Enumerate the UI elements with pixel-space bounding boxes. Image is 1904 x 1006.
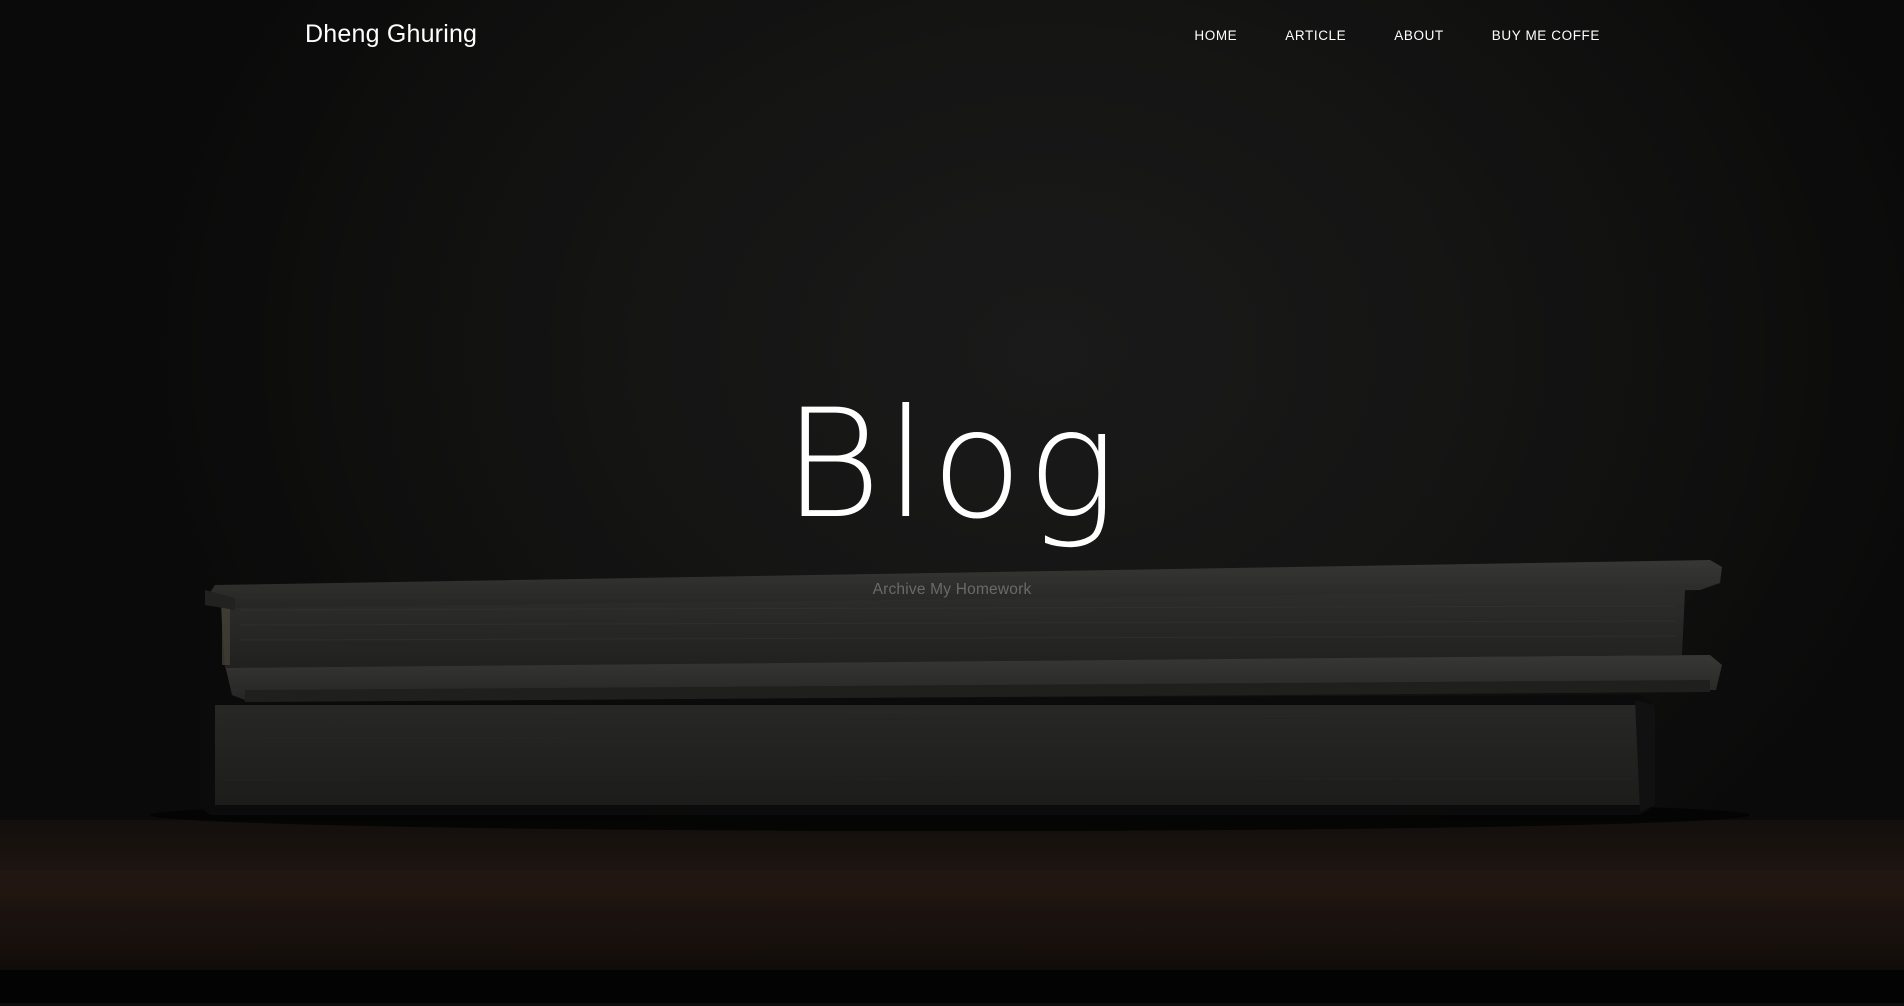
top-navbar: Dheng Ghuring HOME ARTICLE ABOUT BUY ME … (0, 0, 1904, 74)
hero-section: Dheng Ghuring HOME ARTICLE ABOUT BUY ME … (0, 0, 1904, 1003)
hero-subtitle: Archive My Homework (872, 581, 1032, 598)
nav-item-article[interactable]: ARTICLE (1285, 28, 1346, 43)
hero-title: Blog (783, 378, 1121, 552)
nav-item-home[interactable]: HOME (1194, 28, 1237, 43)
nav-item-about[interactable]: ABOUT (1394, 28, 1444, 43)
brand-link[interactable]: Dheng Ghuring (305, 20, 477, 49)
nav-item-buy-me-coffe[interactable]: BUY ME COFFE (1492, 28, 1600, 43)
nav-menu: HOME ARTICLE ABOUT BUY ME COFFE (1146, 28, 1600, 43)
